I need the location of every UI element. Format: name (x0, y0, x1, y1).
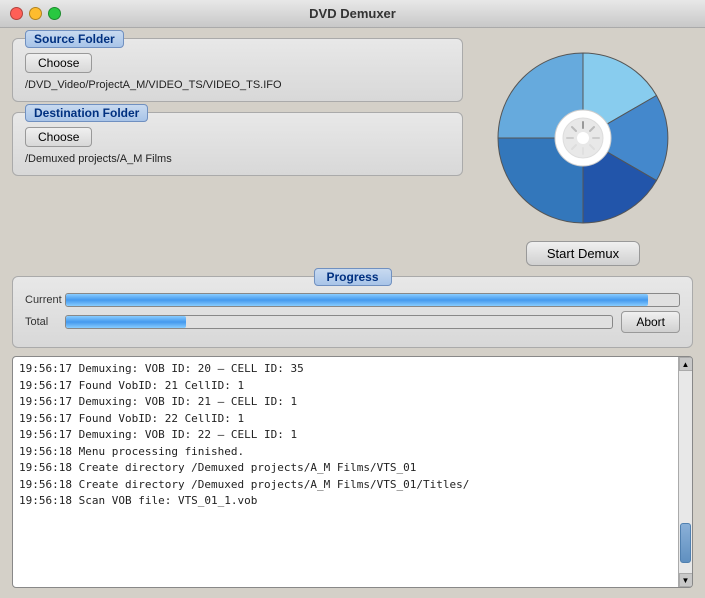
source-folder-panel: Source Folder Choose /DVD_Video/ProjectA… (12, 38, 463, 102)
source-choose-button[interactable]: Choose (25, 53, 92, 73)
total-progress-bar-fill (66, 316, 186, 328)
progress-label: Progress (313, 268, 391, 286)
start-demux-button[interactable]: Start Demux (526, 241, 640, 266)
destination-folder-label: Destination Folder (25, 104, 148, 122)
destination-choose-button[interactable]: Choose (25, 127, 92, 147)
destination-folder-panel: Destination Folder Choose /Demuxed proje… (12, 112, 463, 176)
left-panels: Source Folder Choose /DVD_Video/ProjectA… (12, 38, 463, 266)
source-path: /DVD_Video/ProjectA_M/VIDEO_TS/VIDEO_TS.… (25, 79, 450, 91)
log-section: 19:56:17 Demuxing: VOB ID: 20 – CELL ID:… (12, 356, 693, 588)
maximize-button[interactable] (48, 7, 61, 20)
current-label: Current (25, 294, 65, 306)
log-text-area[interactable]: 19:56:17 Demuxing: VOB ID: 20 – CELL ID:… (13, 357, 678, 587)
total-label: Total (25, 316, 65, 328)
progress-section: Progress Current Total Abort (12, 276, 693, 348)
pie-chart (488, 43, 678, 233)
current-progress-bar-fill (66, 294, 648, 306)
total-progress-bar-wrapper (65, 315, 613, 329)
progress-rows: Current Total Abort (25, 285, 680, 333)
total-progress-row: Total Abort (25, 311, 680, 333)
scrollbar-track[interactable] (679, 371, 692, 573)
title-bar: DVD Demuxer (0, 0, 705, 28)
log-scrollbar: ▲ ▼ (678, 357, 692, 587)
destination-path: /Demuxed projects/A_M Films (25, 153, 450, 165)
window-controls (10, 7, 61, 20)
current-progress-bar-wrapper (65, 293, 680, 307)
main-content: Source Folder Choose /DVD_Video/ProjectA… (0, 28, 705, 598)
current-progress-row: Current (25, 293, 680, 307)
scroll-down-arrow[interactable]: ▼ (679, 573, 693, 587)
close-button[interactable] (10, 7, 23, 20)
source-folder-label: Source Folder (25, 30, 124, 48)
scrollbar-thumb[interactable] (680, 523, 691, 563)
window-title: DVD Demuxer (309, 6, 396, 21)
scroll-up-arrow[interactable]: ▲ (679, 357, 693, 371)
top-section: Source Folder Choose /DVD_Video/ProjectA… (12, 38, 693, 266)
pie-section: Start Demux (473, 38, 693, 266)
minimize-button[interactable] (29, 7, 42, 20)
abort-button[interactable]: Abort (621, 311, 680, 333)
